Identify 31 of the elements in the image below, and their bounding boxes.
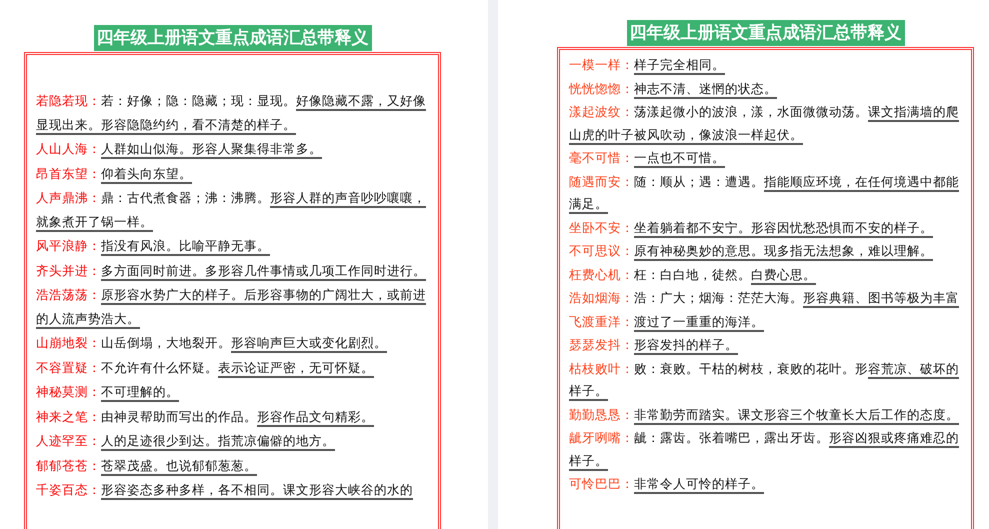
idiom-entry: 浩浩荡荡：原形容水势广大的样子。后形容事物的广阔壮大，或前进的人流声势浩大。 (36, 286, 427, 328)
idiom-entry: 神秘莫测：不可理解的。 (36, 383, 180, 401)
idiom-entry: 枉费心机：枉：白白地，徒然。白费心思。 (569, 266, 817, 284)
idiom-entry: 不容置疑：不允许有什么怀疑。表示论证严密，无可怀疑。 (36, 358, 375, 376)
page-title: 四年级上册语文重点成语汇总带释义 (626, 20, 904, 46)
idiom-entry: 若隐若现：若：好像；隐：隐藏；现：显现。好像隐藏不露，又好像显现出来。形容隐隐约约，看不清楚的样子。 (36, 92, 427, 134)
idiom-entry: 勤勤恳恳：非常勤劳而踏实。课文形容三个牧童长大后工作的态度。 (569, 406, 960, 424)
idiom-entry: 龇牙咧嘴：龇：露齿。张着嘴巴，露出牙齿。形容凶狠或疼痛难忍的样子。 (569, 429, 960, 470)
idiom-entry: 山崩地裂：山岳倒塌，大地裂开。形容响声巨大或变化剧烈。 (36, 334, 388, 352)
idiom-entry: 人迹罕至：人的足迹很少到达。指荒凉偏僻的地方。 (36, 432, 336, 450)
idiom-entry: 一模一样：样子完全相同。 (569, 56, 726, 74)
idiom-entry: 飞渡重洋：渡过了一重重的海洋。 (569, 312, 765, 330)
idiom-entry: 瑟瑟发抖：形容发抖的样子。 (569, 336, 739, 354)
idiom-entry: 枯枝败叶：败：衰败。干枯的树枝，衰败的花叶。形容荒凉、破坏的样子。 (569, 360, 960, 400)
idiom-entry: 漾起波纹：荡漾起微小的波浪，漾，水面微微动荡。课文指满墙的爬山虎的叶子被风吹动，像波浪一样起伏。 (569, 103, 960, 144)
idiom-entry: 人山人海：人群如山似海。形容人聚集得非常多。 (36, 140, 323, 158)
idiom-entry: 郁郁苍苍：苍翠茂盛。也说郁郁葱葱。 (36, 456, 258, 474)
idiom-entry: 恍恍惚惚：神志不清、迷惘的状态。 (569, 80, 778, 98)
idiom-entry: 昂首东望：仰着头向东望。 (36, 164, 193, 182)
idiom-entry: 风平浪静：指没有风浪。比喻平静无事。 (36, 237, 271, 255)
idiom-entry: 随遇而安：随：顺从；遇：遭遇。指能顺应环境，在任何境遇中都能满足。 (569, 172, 960, 213)
idiom-entry: 浩如烟海：浩：广大；烟海：茫茫大海。形容典籍、图书等极为丰富 (569, 289, 960, 307)
idiom-entry: 千姿百态：形容姿态多种多样，各不相同。课文形容大峡谷的水的 (36, 481, 414, 499)
idiom-entry: 坐卧不安：坐着躺着都不安宁。形容因忧愁恐惧而不安的样子。 (569, 218, 934, 236)
idiom-entry: 不可思议：原有神秘奥妙的意思。现多指无法想象，难以理解。 (569, 242, 934, 260)
idiom-entry: 齐头并进：多方面同时前进。多形容几件事情或几项工作同时进行。 (36, 262, 427, 280)
idiom-entry: 神来之笔：由神灵帮助而写出的作品。形容作品文句精彩。 (36, 408, 375, 426)
idiom-entry: 可怜巴巴：非常令人可怜的样子。 (569, 475, 765, 493)
idiom-entry: 人声鼎沸：鼎：古代煮食器；沸：沸腾。形容人群的声音吵吵嚷嚷，就象煮开了锅一样。 (36, 189, 427, 230)
idiom-entry: 毫不可惜：一点也不可惜。 (569, 149, 726, 167)
page-title: 四年级上册语文重点成语汇总带释义 (94, 25, 372, 51)
